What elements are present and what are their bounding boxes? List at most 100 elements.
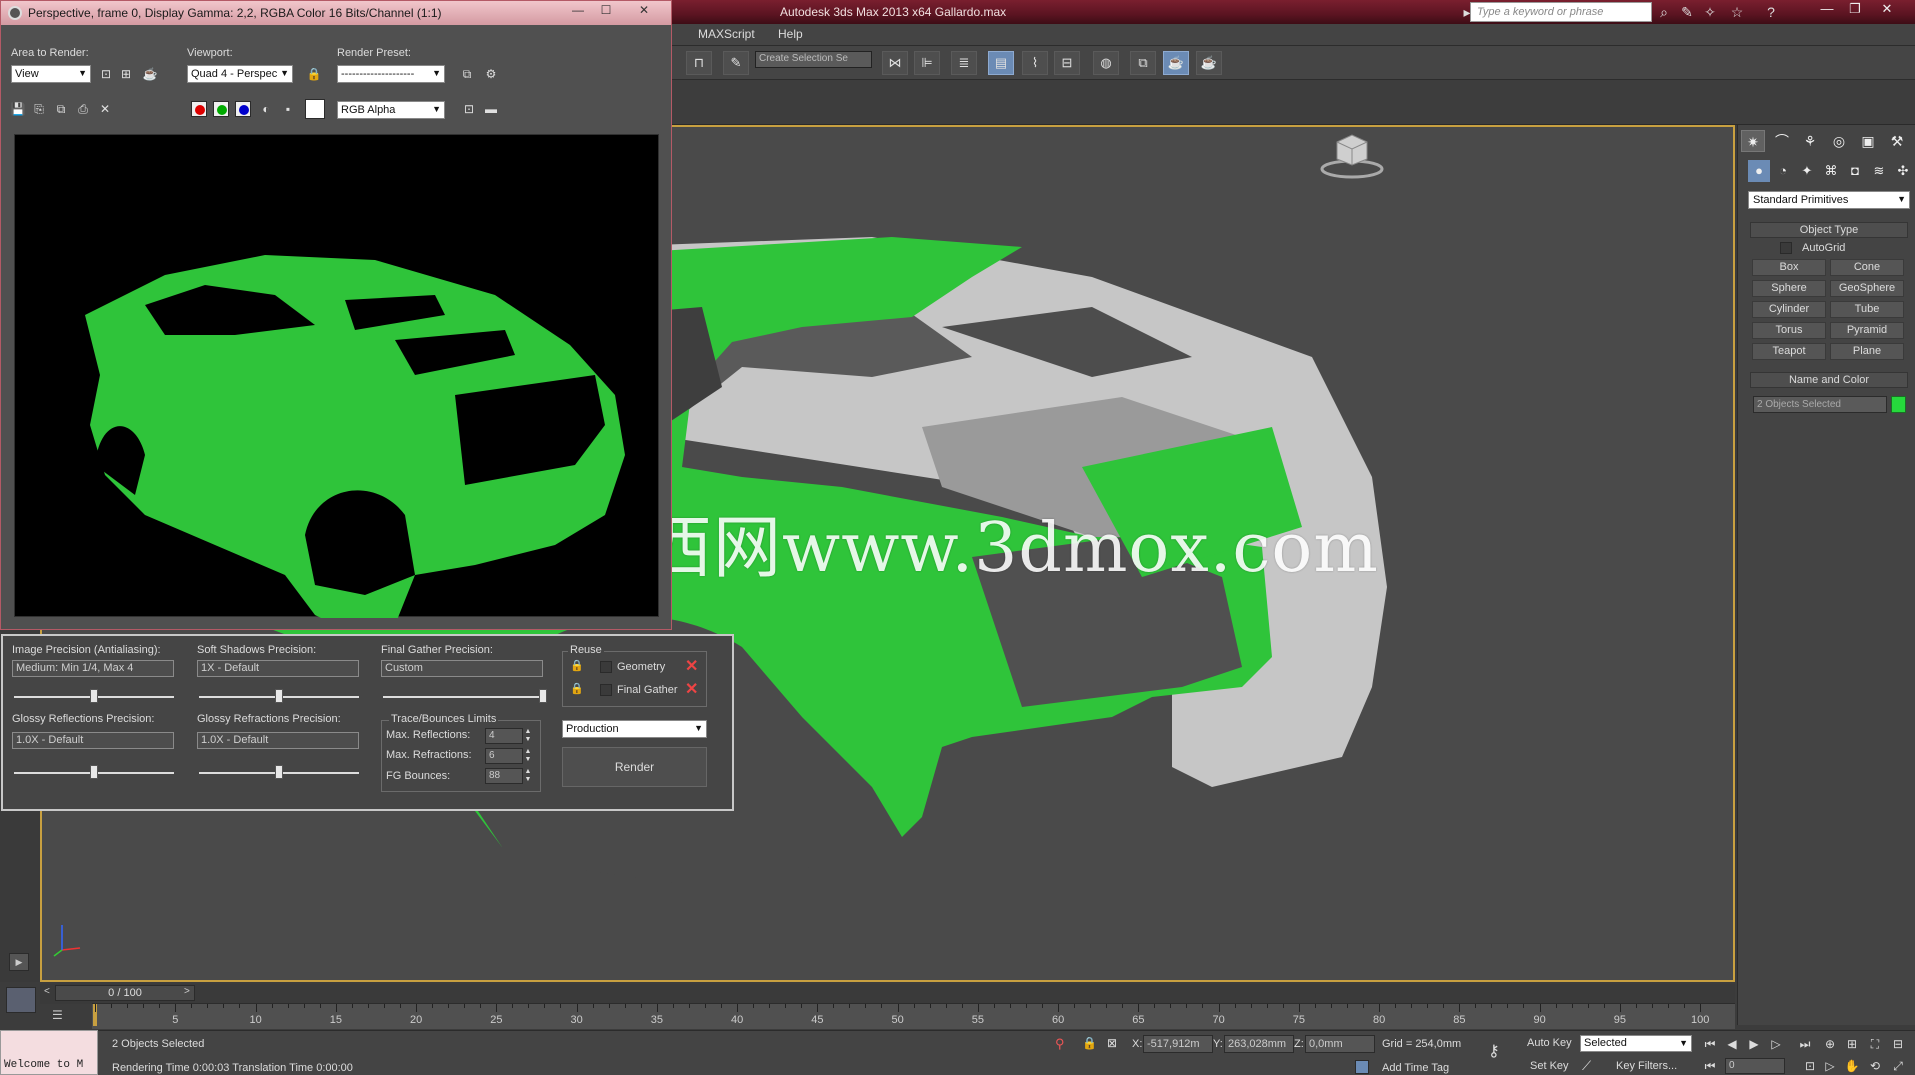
- clone-window-icon[interactable]: ⧉: [52, 100, 70, 118]
- geometry-category-icon[interactable]: ●: [1748, 160, 1770, 182]
- spinner-arrows-icon[interactable]: ▲ ▼: [524, 748, 532, 764]
- zoom-icon[interactable]: ⊕: [1820, 1035, 1840, 1053]
- zoom-extents-icon[interactable]: ⛶: [1865, 1035, 1885, 1053]
- z-coord-field[interactable]: 0,0mm: [1305, 1035, 1375, 1053]
- material-editor-button[interactable]: ◍: [1093, 51, 1119, 75]
- geosphere-button[interactable]: GeoSphere: [1830, 280, 1904, 297]
- edit-region-icon[interactable]: ⊡: [97, 65, 115, 83]
- blue-channel-toggle[interactable]: [235, 101, 251, 117]
- render-production-button[interactable]: ☕: [1196, 51, 1222, 75]
- final-gather-slider-thumb[interactable]: [539, 689, 547, 703]
- communication-icon[interactable]: ✧: [1701, 3, 1719, 21]
- toggle-ui-icon[interactable]: ▬: [482, 100, 500, 118]
- glossy-refractions-slider-thumb[interactable]: [275, 765, 283, 779]
- align-button[interactable]: ⊫: [914, 51, 940, 75]
- display-channel-dropdown[interactable]: RGB Alpha ▼: [337, 101, 445, 119]
- clear-geometry-cache-icon[interactable]: ✕: [685, 656, 698, 676]
- time-slider[interactable]: [40, 984, 1735, 1004]
- box-button[interactable]: Box: [1752, 259, 1826, 276]
- set-keys-icon[interactable]: ⟋: [1582, 1058, 1591, 1074]
- time-config-icon[interactable]: ⊡: [1800, 1058, 1820, 1074]
- red-channel-toggle[interactable]: [191, 101, 207, 117]
- viewport-layout-tab-icon[interactable]: ▶: [9, 953, 29, 971]
- image-precision-slider-thumb[interactable]: [90, 689, 98, 703]
- object-type-rollout-title[interactable]: Object Type: [1750, 222, 1908, 238]
- zoom-extents-all-icon[interactable]: ⊟: [1888, 1035, 1908, 1053]
- field-of-view-icon[interactable]: ▷: [1820, 1058, 1840, 1074]
- time-slider-prev-icon[interactable]: <: [44, 986, 50, 997]
- sphere-button[interactable]: Sphere: [1752, 280, 1826, 297]
- set-key-button[interactable]: Set Key: [1530, 1060, 1569, 1072]
- mirror-button[interactable]: ⋈: [882, 51, 908, 75]
- display-tab-icon[interactable]: ▣: [1856, 130, 1880, 152]
- lights-category-icon[interactable]: ✦: [1796, 160, 1818, 182]
- teapot-button[interactable]: Teapot: [1752, 343, 1826, 360]
- render-mode-dropdown[interactable]: Production ▼: [562, 720, 707, 738]
- viewcube-icon[interactable]: [1317, 127, 1387, 182]
- cameras-category-icon[interactable]: ⌘: [1820, 160, 1842, 182]
- help-icon[interactable]: ?: [1762, 3, 1780, 21]
- render-button[interactable]: Render: [562, 747, 707, 787]
- viewport-dropdown[interactable]: Quad 4 - Perspec ▼: [187, 65, 293, 83]
- edit-named-selection-button[interactable]: ✎: [723, 51, 749, 75]
- helpers-category-icon[interactable]: ◘: [1844, 160, 1866, 182]
- trackbar-toggle-icon[interactable]: ☰: [52, 1008, 63, 1022]
- tube-button[interactable]: Tube: [1830, 301, 1904, 318]
- orbit-icon[interactable]: ⟲: [1865, 1058, 1885, 1074]
- spinner-arrows-icon[interactable]: ▲ ▼: [524, 728, 532, 744]
- play-icon[interactable]: ▶: [1744, 1035, 1764, 1053]
- geometry-reuse-checkbox[interactable]: [600, 661, 612, 673]
- maximize-viewport-icon[interactable]: ⤢: [1888, 1058, 1908, 1074]
- snap-toggle-button[interactable]: ⊓: [686, 51, 712, 75]
- max-refractions-field[interactable]: 6: [485, 748, 523, 764]
- create-tab-icon[interactable]: ✷: [1741, 130, 1765, 152]
- isolate-selection-icon[interactable]: ⚲: [1055, 1036, 1065, 1052]
- absolute-mode-icon[interactable]: ⊠: [1107, 1036, 1117, 1050]
- render-region-icon[interactable]: ☕: [141, 65, 159, 83]
- cylinder-button[interactable]: Cylinder: [1752, 301, 1826, 318]
- area-to-render-dropdown[interactable]: View ▼: [11, 65, 91, 83]
- zoom-all-icon[interactable]: ⊞: [1842, 1035, 1862, 1053]
- soft-shadows-slider-thumb[interactable]: [275, 689, 283, 703]
- auto-region-icon[interactable]: ⊞: [117, 65, 135, 83]
- utilities-tab-icon[interactable]: ⚒: [1885, 130, 1909, 152]
- background-color-swatch[interactable]: [305, 99, 325, 119]
- name-color-rollout-title[interactable]: Name and Color: [1750, 372, 1908, 388]
- go-to-end-icon[interactable]: ⏭: [1795, 1035, 1815, 1053]
- fg-bounces-field[interactable]: 88: [485, 768, 523, 784]
- spacewarps-category-icon[interactable]: ≋: [1868, 160, 1890, 182]
- favorites-star-icon[interactable]: ☆: [1728, 3, 1746, 21]
- y-coord-field[interactable]: 263,028mm: [1224, 1035, 1294, 1053]
- shapes-category-icon[interactable]: ◔: [1772, 160, 1794, 182]
- frame-minimize-button[interactable]: —: [566, 2, 590, 20]
- current-frame-field[interactable]: 0: [1725, 1058, 1785, 1074]
- render-setup-icon[interactable]: ⧉: [458, 65, 476, 83]
- toggle-ui-overlay-icon[interactable]: ⊡: [460, 100, 478, 118]
- glossy-reflections-slider-thumb[interactable]: [90, 765, 98, 779]
- final-gather-reuse-checkbox[interactable]: [600, 684, 612, 696]
- binoculars-icon[interactable]: ⌕: [1655, 3, 1673, 21]
- time-tag-icon[interactable]: [1355, 1060, 1369, 1074]
- layer-manager-button[interactable]: ≣: [951, 51, 977, 75]
- pan-view-icon[interactable]: ✋: [1842, 1058, 1862, 1074]
- primitive-category-dropdown[interactable]: Standard Primitives ▼: [1748, 191, 1910, 209]
- max-reflections-field[interactable]: 4: [485, 728, 523, 744]
- previous-frame-icon[interactable]: ◀: [1722, 1035, 1742, 1053]
- motion-tab-icon[interactable]: ◎: [1827, 130, 1851, 152]
- selection-lock-icon[interactable]: 🔒: [1082, 1036, 1097, 1050]
- green-channel-toggle[interactable]: [213, 101, 229, 117]
- menu-maxscript[interactable]: MAXScript: [698, 27, 755, 41]
- add-time-tag-button[interactable]: Add Time Tag: [1382, 1062, 1449, 1074]
- cone-button[interactable]: Cone: [1830, 259, 1904, 276]
- search-input[interactable]: Type a keyword or phrase: [1470, 2, 1652, 22]
- time-slider-next-icon[interactable]: >: [184, 986, 190, 997]
- final-gather-slider[interactable]: [383, 696, 543, 698]
- render-preset-dropdown[interactable]: -------------------- ▼: [337, 65, 445, 83]
- lock-icon[interactable]: 🔒: [570, 659, 584, 673]
- key-filters-button[interactable]: Key Filters...: [1616, 1060, 1677, 1072]
- torus-button[interactable]: Torus: [1752, 322, 1826, 339]
- systems-category-icon[interactable]: ✣: [1892, 160, 1914, 182]
- schematic-view-button[interactable]: ⊟: [1054, 51, 1080, 75]
- modify-tab-icon[interactable]: ⌒: [1770, 130, 1794, 152]
- save-image-icon[interactable]: 💾: [9, 100, 27, 118]
